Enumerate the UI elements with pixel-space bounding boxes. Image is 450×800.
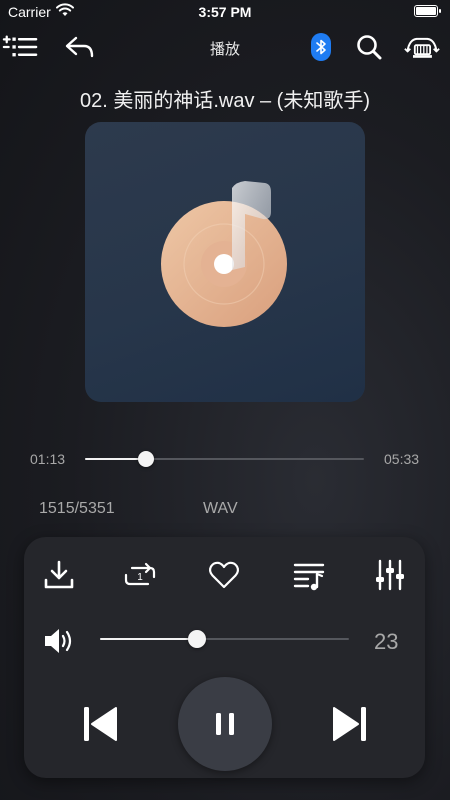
- previous-button[interactable]: [76, 700, 124, 748]
- playback-progress: 01:13 05:33: [0, 448, 450, 470]
- pause-icon: [216, 713, 234, 735]
- favorite-button[interactable]: [204, 555, 244, 595]
- total-time: 05:33: [384, 451, 420, 467]
- speaker-icon[interactable]: [42, 624, 76, 658]
- bluetooth-button[interactable]: [303, 30, 339, 64]
- repeat-mode-button[interactable]: 1: [120, 555, 160, 595]
- music-disc-icon: [161, 181, 287, 327]
- volume-thumb[interactable]: [188, 630, 207, 648]
- song-title: 02. 美丽的神话.wav – (未知歌手): [79, 90, 371, 112]
- repeat-badge: 1: [137, 572, 143, 583]
- download-icon: [44, 560, 74, 589]
- track-index: 1515/5351: [39, 500, 115, 517]
- skip-previous-icon: [84, 707, 117, 741]
- progress-played-bar: [85, 458, 147, 460]
- car-mode-icon: [404, 37, 440, 58]
- queue-button[interactable]: [289, 555, 329, 595]
- skip-next-icon: [333, 707, 366, 741]
- volume-row: 23: [24, 621, 425, 661]
- nav-bar: 播放: [0, 24, 450, 70]
- search-icon: [357, 35, 382, 60]
- volume-value: 23: [374, 629, 399, 654]
- progress-slider[interactable]: [85, 451, 364, 467]
- track-meta: 1515/5351 WAV: [0, 500, 450, 520]
- equalizer-icon: [376, 559, 404, 591]
- status-time: 3:57 PM: [198, 4, 252, 20]
- bluetooth-icon: [311, 33, 331, 61]
- next-button[interactable]: [326, 700, 374, 748]
- download-button[interactable]: [39, 555, 79, 595]
- equalizer-button[interactable]: [370, 555, 410, 595]
- car-mode-button[interactable]: [404, 30, 440, 64]
- track-format: WAV: [203, 500, 238, 517]
- battery-icon: [414, 5, 441, 17]
- heart-icon: [208, 561, 240, 589]
- status-bar: Carrier 3:57 PM: [0, 0, 450, 24]
- control-panel: 1 23: [24, 537, 425, 778]
- elapsed-time: 01:13: [30, 451, 66, 467]
- progress-thumb[interactable]: [138, 451, 155, 467]
- album-artwork: [85, 122, 365, 402]
- volume-slider[interactable]: [100, 630, 349, 648]
- repeat-one-icon: 1: [124, 562, 156, 586]
- search-button[interactable]: [351, 30, 387, 64]
- play-pause-button[interactable]: [178, 677, 272, 771]
- queue-list-icon: [293, 563, 325, 591]
- volume-level-bar: [100, 638, 198, 640]
